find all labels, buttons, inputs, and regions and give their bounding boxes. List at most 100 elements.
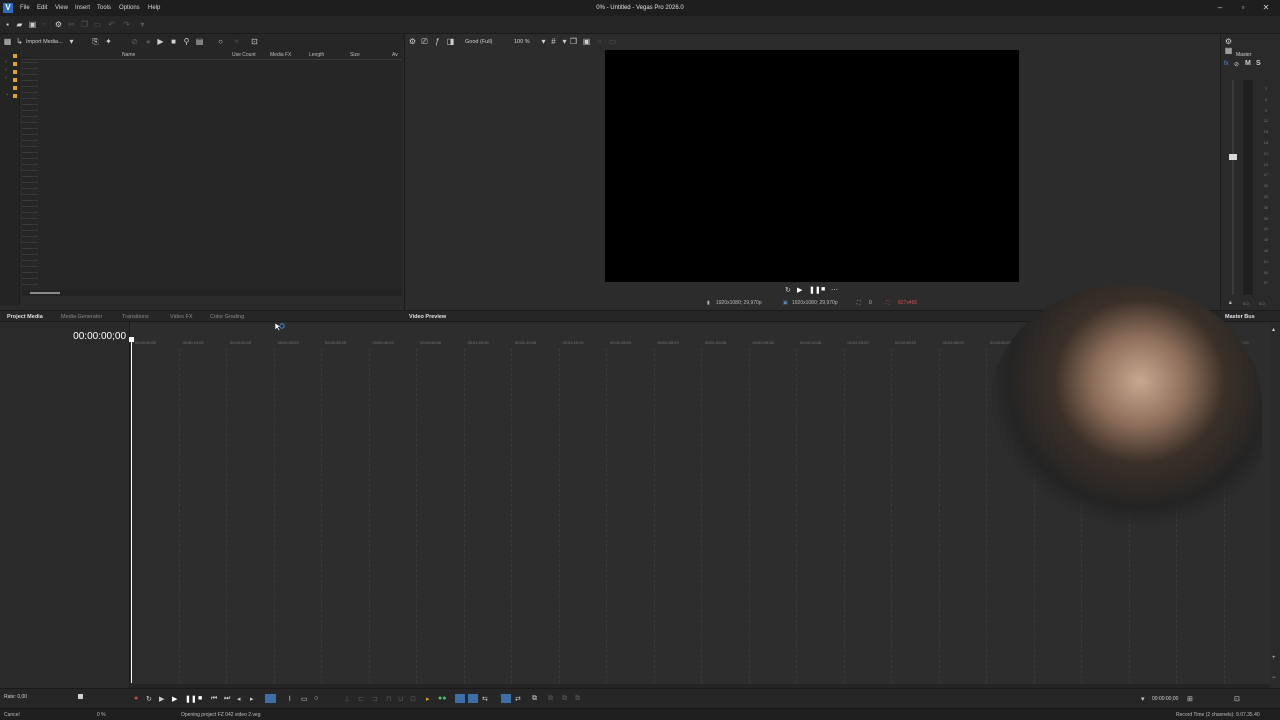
loop-icon[interactable]: ↻: [785, 286, 791, 294]
solo-button[interactable]: S: [1256, 60, 1261, 67]
menu-tools[interactable]: Tools: [97, 5, 111, 11]
more-options-icon[interactable]: ⋯: [831, 286, 838, 294]
zoom-dropdown-icon[interactable]: ▾: [539, 37, 548, 46]
loop-playback-icon[interactable]: ↻: [146, 695, 152, 703]
auto-crossfade-icon[interactable]: [468, 694, 478, 703]
tree-collapse-icon[interactable]: ⌄: [5, 91, 9, 97]
remove-from-group-icon[interactable]: ⧉: [562, 695, 567, 703]
tab-color-grading[interactable]: Color Grading: [210, 314, 244, 320]
playhead-handle[interactable]: [129, 337, 134, 342]
ignore-grouping-icon[interactable]: ⊡: [410, 695, 416, 703]
menu-view[interactable]: View: [55, 5, 68, 11]
import-media-icon[interactable]: ↳: [15, 37, 24, 46]
render-icon[interactable]: ▫: [40, 20, 49, 29]
close-icon[interactable]: ✕: [1259, 3, 1273, 12]
folder-icon[interactable]: [13, 62, 17, 66]
stop-media-icon[interactable]: ■: [169, 37, 178, 46]
trim-start-icon[interactable]: ⊏: [358, 695, 364, 703]
media-tags-icon[interactable]: ⚲: [182, 37, 191, 46]
open-project-icon[interactable]: ▰: [15, 20, 24, 29]
media-fx-icon[interactable]: ✦: [104, 37, 113, 46]
zoom-select[interactable]: 100 %: [514, 39, 530, 45]
search-icon[interactable]: ○: [216, 37, 225, 46]
preview-properties-icon[interactable]: ⚙: [408, 37, 417, 46]
group-icon[interactable]: ⧉: [532, 695, 537, 703]
media-bins-tree[interactable]: › › › ⌄: [0, 50, 20, 305]
filter-icon[interactable]: ▿: [232, 37, 241, 46]
master-fader-knob[interactable]: [1229, 154, 1237, 160]
go-to-start-icon[interactable]: ⏮: [211, 695, 217, 703]
cancel-button[interactable]: Cancel: [4, 712, 20, 718]
region-icon[interactable]: ●●: [438, 695, 446, 702]
master-properties-icon[interactable]: ⚙: [1224, 37, 1233, 46]
auto-preview-icon[interactable]: ◂: [143, 37, 152, 46]
previous-frame-icon[interactable]: ◂: [237, 695, 241, 703]
folder-icon[interactable]: [13, 78, 17, 82]
import-dropdown-icon[interactable]: ▾: [67, 37, 76, 46]
stop-icon[interactable]: ■: [198, 695, 202, 702]
tab-transitions[interactable]: Transitions: [122, 314, 149, 320]
media-views-icon[interactable]: ▦: [3, 37, 12, 46]
pause-icon[interactable]: ❚❚: [809, 286, 821, 294]
paste-icon[interactable]: ▭: [93, 20, 102, 29]
enable-locking-icon[interactable]: ⇄: [515, 695, 521, 703]
preview-quality-select[interactable]: Good (Full): [465, 39, 493, 45]
ripple-icon[interactable]: ⊓: [386, 695, 391, 703]
tab-video-preview[interactable]: Video Preview: [409, 314, 446, 320]
select-group-icon[interactable]: ⧉: [575, 695, 580, 703]
column-length[interactable]: Length: [309, 52, 324, 58]
snapping-icon[interactable]: [455, 694, 465, 703]
folder-icon[interactable]: [13, 86, 17, 90]
go-to-end-icon[interactable]: ⏭: [224, 695, 230, 703]
media-horizontal-scrollbar[interactable]: [22, 290, 402, 296]
lock-envelopes-icon[interactable]: ⊔: [398, 695, 403, 703]
tab-master-bus[interactable]: Master Bus: [1225, 314, 1255, 320]
stop-icon[interactable]: ■: [821, 286, 825, 293]
filter-clear-icon[interactable]: ⊡: [250, 37, 259, 46]
mute-button[interactable]: M: [1245, 60, 1251, 67]
history-dropdown-icon[interactable]: ▾: [138, 20, 147, 29]
external-monitor-icon[interactable]: ⎚: [420, 37, 429, 46]
trim-end-icon[interactable]: ⊐: [372, 695, 378, 703]
play-media-icon[interactable]: ▶: [156, 37, 165, 46]
pause-icon[interactable]: ❚❚: [185, 695, 197, 703]
redo-icon[interactable]: ↷: [122, 20, 131, 29]
master-fader-track[interactable]: [1232, 80, 1234, 295]
vegas-logo-icon[interactable]: V: [3, 3, 13, 13]
scroll-up-icon[interactable]: ▴: [1272, 326, 1275, 333]
split-screen-icon[interactable]: ◨: [446, 37, 455, 46]
marker-icon[interactable]: ▸: [426, 695, 430, 703]
tree-expand-icon[interactable]: ›: [5, 59, 7, 65]
timeline-vertical-scrollbar[interactable]: ▴ + −: [1270, 322, 1280, 688]
playhead-cursor[interactable]: [131, 338, 132, 683]
column-media-fx[interactable]: Media FX: [270, 52, 291, 58]
rate-slider-knob[interactable]: [78, 694, 83, 699]
overlays-dropdown-icon[interactable]: ▾: [560, 37, 569, 46]
zoom-out-icon[interactable]: −: [1272, 675, 1276, 681]
minimize-icon[interactable]: –: [1213, 3, 1227, 12]
ripple-mode-icon[interactable]: ⇆: [482, 695, 488, 703]
new-project-icon[interactable]: ▪: [3, 20, 12, 29]
master-fx-button[interactable]: fx: [1224, 61, 1229, 67]
menu-insert[interactable]: Insert: [75, 5, 90, 11]
save-snapshot-icon[interactable]: ▣: [582, 37, 591, 46]
restore-icon[interactable]: ▫: [1236, 3, 1250, 12]
menu-edit[interactable]: Edit: [37, 5, 47, 11]
tree-expand-icon[interactable]: ›: [5, 67, 7, 73]
tree-expand-icon[interactable]: ›: [5, 75, 7, 81]
column-size[interactable]: Size: [350, 52, 360, 58]
video-preview-frame[interactable]: [605, 50, 1019, 282]
remove-media-icon[interactable]: ⊘: [130, 37, 139, 46]
zoom-tool-icon[interactable]: ○: [314, 695, 318, 702]
folder-icon[interactable]: [13, 54, 17, 58]
preview-more-icon[interactable]: ▭: [608, 37, 617, 46]
import-media-button[interactable]: Import Media...: [26, 39, 63, 45]
zoom-in-icon[interactable]: +: [1272, 655, 1276, 661]
record-icon[interactable]: ●: [134, 695, 138, 702]
save-icon[interactable]: ▣: [28, 20, 37, 29]
scroll-thumb[interactable]: [30, 292, 60, 294]
copy-snapshot-icon[interactable]: ❐: [569, 37, 578, 46]
master-link-icon[interactable]: ⊘: [1234, 61, 1239, 68]
column-name[interactable]: Name: [122, 52, 135, 58]
snapshot-compare-icon[interactable]: ▫: [595, 37, 604, 46]
